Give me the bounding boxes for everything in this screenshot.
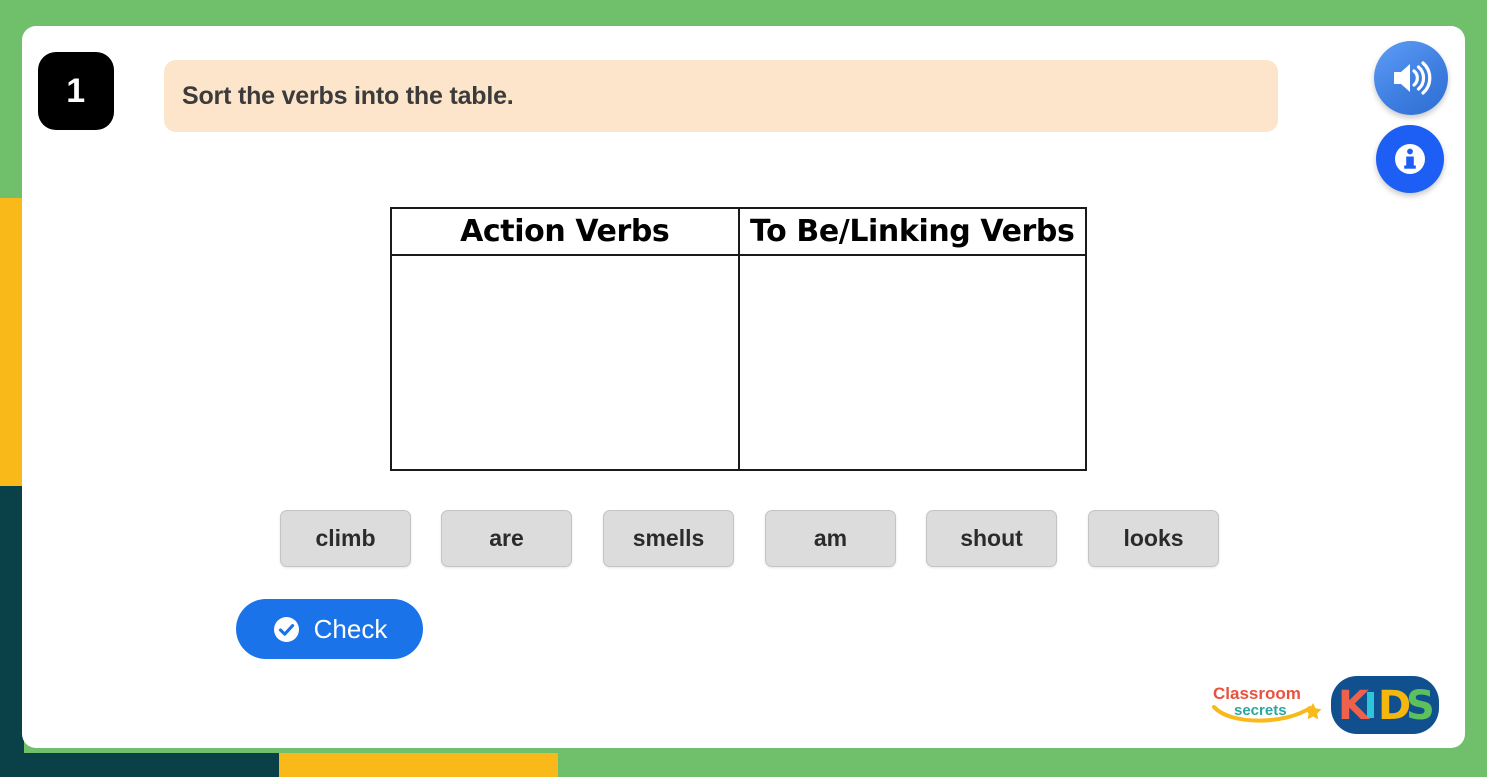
speaker-icon bbox=[1394, 61, 1432, 95]
left-teal-strip bbox=[0, 486, 24, 777]
bottom-amber-strip bbox=[279, 753, 558, 777]
branding: Classroom secrets K D S bbox=[1212, 674, 1452, 736]
table-drop-row bbox=[390, 254, 1087, 471]
word-chip-smells[interactable]: smells bbox=[603, 510, 734, 567]
column-header-to-be-linking-verbs: To Be/Linking Verbs bbox=[737, 207, 1087, 256]
word-chip-looks[interactable]: looks bbox=[1088, 510, 1219, 567]
header: 1 Sort the verbs into the table. bbox=[38, 38, 1449, 134]
secrets-wordmark: secrets bbox=[1234, 702, 1287, 719]
sorting-table: Action Verbs To Be/Linking Verbs bbox=[390, 207, 1087, 471]
kids-logo: K D S bbox=[1331, 676, 1439, 734]
word-chip-climb[interactable]: climb bbox=[280, 510, 411, 567]
kids-letter-s: S bbox=[1406, 683, 1435, 729]
word-bank: climb are smells am shout looks bbox=[258, 510, 1258, 572]
info-icon bbox=[1395, 144, 1425, 174]
word-chip-are[interactable]: are bbox=[441, 510, 572, 567]
left-amber-strip bbox=[0, 198, 24, 486]
info-button[interactable] bbox=[1376, 125, 1444, 193]
bottom-teal-strip bbox=[0, 753, 279, 777]
instruction-banner: Sort the verbs into the table. bbox=[164, 60, 1278, 132]
check-button-label: Check bbox=[313, 613, 388, 644]
word-chip-am[interactable]: am bbox=[765, 510, 896, 567]
audio-play-button[interactable] bbox=[1374, 41, 1448, 115]
classroom-wordmark: Classroom bbox=[1213, 684, 1301, 703]
drop-zone-to-be-linking-verbs[interactable] bbox=[737, 254, 1087, 471]
check-button[interactable]: Check bbox=[236, 599, 423, 659]
instruction-text: Sort the verbs into the table. bbox=[182, 81, 514, 110]
table-header-row: Action Verbs To Be/Linking Verbs bbox=[390, 207, 1087, 256]
column-header-action-verbs: Action Verbs bbox=[390, 207, 740, 256]
kids-letter-k: K bbox=[1338, 683, 1371, 729]
classroom-secrets-logo: Classroom secrets bbox=[1212, 684, 1322, 723]
check-circle-icon bbox=[273, 616, 299, 642]
word-chip-shout[interactable]: shout bbox=[926, 510, 1057, 567]
kids-letter-i bbox=[1367, 692, 1374, 718]
activity-card: 1 Sort the verbs into the table. Action … bbox=[22, 26, 1465, 748]
question-number-badge: 1 bbox=[38, 52, 114, 130]
drop-zone-action-verbs[interactable] bbox=[390, 254, 740, 471]
